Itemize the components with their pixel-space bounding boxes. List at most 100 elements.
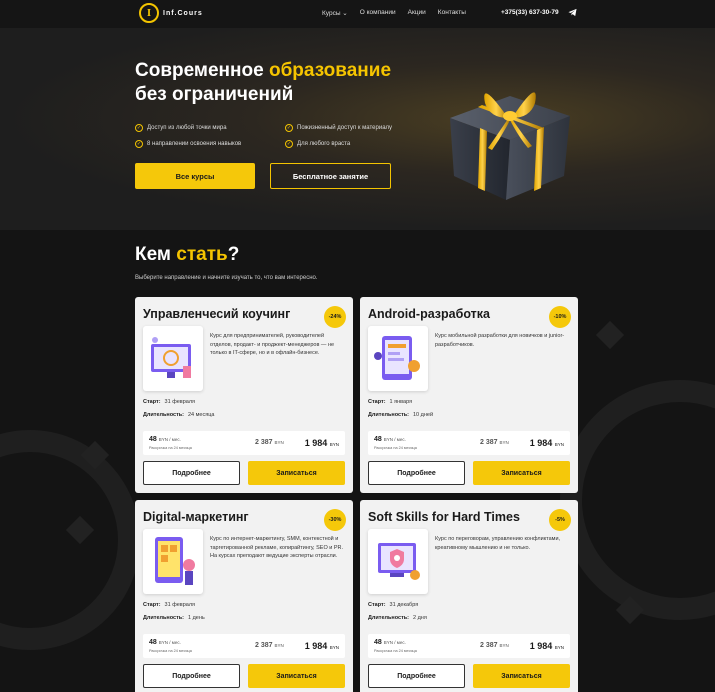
logo-text: Inf.Cours [163, 9, 203, 17]
price-box: 48 BYN / мес. Рассрочка на 24 месяца 2 3… [368, 634, 570, 658]
decorative-circle [560, 380, 715, 620]
check-icon: ✓ [135, 124, 143, 132]
nav-item-courses[interactable]: Курсы ⌄ [322, 9, 348, 17]
price-box: 48 BYN / мес. Рассрочка на 24 месяца 2 3… [143, 431, 345, 455]
course-duration: Длительность: 2 дня [368, 615, 427, 621]
new-price: 1 984 BYN [305, 641, 339, 651]
new-price: 1 984 BYN [530, 641, 564, 651]
course-description: Курс по переговорам, управлению конфликт… [435, 536, 561, 551]
monthly-unit: BYN / мес. [158, 640, 181, 645]
course-duration: Длительность: 24 месяца [143, 412, 214, 418]
old-price-value: 2 387 [255, 642, 273, 649]
currency: BYN [554, 442, 564, 447]
site-header: I Inf.Cours Курсы ⌄ О компании Акции Кон… [0, 0, 715, 28]
check-icon: ✓ [285, 140, 293, 148]
feature-label: 8 направлении освоения навыков [147, 141, 242, 147]
nav-item-about[interactable]: О компании [360, 9, 396, 17]
course-title: Digital-маркетинг [143, 510, 249, 524]
course-start: Старт: 31 февраля [143, 602, 195, 608]
feature-label: Для любого враста [297, 141, 351, 147]
enroll-button[interactable]: Записаться [248, 664, 345, 688]
duration-label: Длительность: [143, 615, 184, 621]
course-description: Курс мобильной разработки для новичков и… [435, 333, 565, 348]
nav-item-promos[interactable]: Акции [408, 9, 426, 17]
details-button[interactable]: Подробнее [368, 664, 465, 688]
feature-item: ✓ Доступ из любой точки мира [135, 124, 227, 132]
new-price: 1 984 BYN [530, 438, 564, 448]
new-price-value: 1 984 [529, 438, 553, 448]
courses-section: Кем стать? Выберите направление и начнит… [0, 230, 715, 692]
start-label: Старт: [368, 399, 386, 405]
monthly-price: 48 BYN / мес. [374, 639, 406, 646]
decorative-diamond [595, 320, 625, 350]
old-price: 2 387 BYN [480, 642, 509, 649]
old-price-value: 2 387 [255, 439, 273, 446]
enroll-button[interactable]: Записаться [473, 461, 570, 485]
duration-label: Длительность: [143, 412, 184, 418]
android-illustration [374, 336, 420, 380]
course-image [368, 326, 428, 391]
discount-badge: -5% [549, 509, 571, 531]
course-title: Управленчесий коучинг [143, 307, 291, 321]
hero-title-accent: образование [268, 60, 392, 81]
section-title-accent: стать [176, 244, 228, 265]
feature-item: ✓ Пожизненный доступ к материалу [285, 124, 392, 132]
enroll-button[interactable]: Записаться [248, 461, 345, 485]
soft-skills-illustration [378, 543, 420, 580]
old-price-value: 2 387 [480, 439, 498, 446]
monthly-price: 48 BYN / мес. [374, 436, 406, 443]
details-button[interactable]: Подробнее [368, 461, 465, 485]
monthly-unit: BYN / мес. [383, 437, 406, 442]
monthly-value: 48 [149, 639, 157, 646]
course-duration: Длительность: 1 день [143, 615, 205, 621]
check-icon: ✓ [135, 140, 143, 148]
phone-link[interactable]: +375(33) 637-30-79 [501, 9, 559, 16]
currency: BYN [274, 440, 284, 445]
course-title: Android-разработка [368, 307, 490, 321]
installment-note: Рассрочка на 24 месяца [374, 649, 417, 653]
course-card: Digital-маркетинг -30% Курс по интернет-… [135, 500, 353, 692]
monthly-value: 48 [374, 436, 382, 443]
old-price-value: 2 387 [480, 642, 498, 649]
hero-title: Современное образование без ограничений [135, 59, 391, 107]
telegram-icon[interactable] [568, 8, 577, 17]
monthly-value: 48 [149, 436, 157, 443]
details-button[interactable]: Подробнее [143, 664, 240, 688]
enroll-button[interactable]: Записаться [473, 664, 570, 688]
course-image [143, 326, 203, 391]
check-icon: ✓ [285, 124, 293, 132]
section-title: Кем стать? [135, 244, 239, 266]
all-courses-button[interactable]: Все курсы [135, 163, 255, 189]
monthly-unit: BYN / мес. [383, 640, 406, 645]
coaching-illustration [151, 337, 191, 378]
details-button[interactable]: Подробнее [143, 461, 240, 485]
logo-mark: I [139, 3, 159, 23]
monthly-value: 48 [374, 639, 382, 646]
logo[interactable]: I Inf.Cours [139, 3, 203, 23]
course-start: Старт: 31 февраля [143, 399, 195, 405]
currency: BYN [329, 645, 339, 650]
marketing-illustration [155, 537, 195, 585]
new-price-value: 1 984 [304, 438, 328, 448]
section-subtitle: Выберите направление и начните изучать т… [135, 275, 318, 281]
old-price: 2 387 BYN [480, 439, 509, 446]
duration-value: 24 месяца [188, 412, 215, 418]
nav-item-contacts[interactable]: Контакты [438, 9, 466, 17]
start-label: Старт: [143, 399, 161, 405]
hero-section: Современное образование без ограничений … [0, 28, 715, 230]
duration-label: Длительность: [368, 615, 409, 621]
free-lesson-button[interactable]: Бесплатное занятие [270, 163, 391, 189]
course-card: Android-разработка -10% Курс мобильной р… [360, 297, 578, 493]
course-description: Курс по интернет-маркетингу, SMM, контек… [210, 536, 344, 559]
installment-note: Рассрочка на 24 месяца [149, 446, 192, 450]
start-value: 31 декабря [389, 602, 419, 608]
start-label: Старт: [368, 602, 386, 608]
monthly-unit: BYN / мес. [158, 437, 181, 442]
start-value: 31 февраля [164, 602, 196, 608]
old-price: 2 387 BYN [255, 439, 284, 446]
feature-label: Пожизненный доступ к материалу [297, 125, 393, 131]
course-title: Soft Skills for Hard Times [368, 510, 520, 524]
monthly-price: 48 BYN / мес. [149, 436, 181, 443]
course-start: Старт: 31 декабря [368, 602, 418, 608]
price-box: 48 BYN / мес. Рассрочка на 24 месяца 2 3… [143, 634, 345, 658]
